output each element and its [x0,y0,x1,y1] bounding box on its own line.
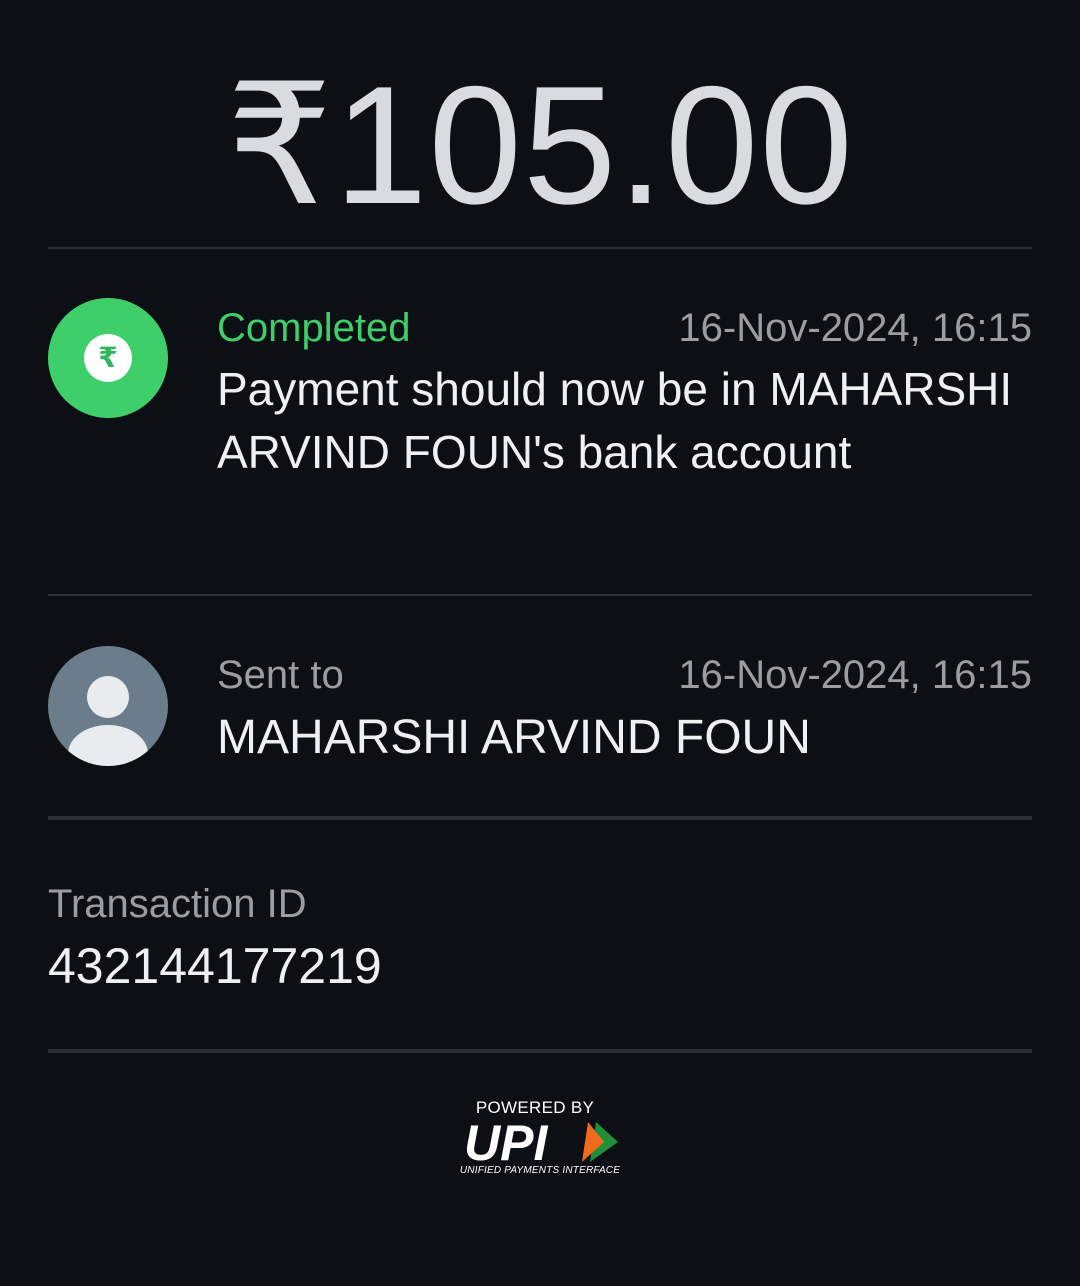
status-section: ₹ Completed 16-Nov-2024, 16:15 Payment s… [48,298,1032,548]
sent-to-label: Sent to [217,653,344,697]
status-label: Completed [217,306,411,350]
status-message: Payment should now be in MAHARSHI ARVIND… [217,363,1013,478]
sent-datetime: 16-Nov-2024, 16:15 [678,653,1032,697]
status-datetime: 16-Nov-2024, 16:15 [678,306,1032,350]
payment-amount: ₹105.00 [226,51,854,239]
transaction-id-label: Transaction ID [48,882,307,926]
divider-bottom [48,1049,1032,1053]
divider-lower [48,816,1032,820]
divider-top [48,247,1032,249]
upi-tagline: UNIFIED PAYMENTS INTERFACE [459,1165,621,1176]
upi-logo-text: UPI [464,1118,548,1164]
rupee-icon: ₹ [84,334,132,382]
powered-by-text: POWERED BY [475,1098,595,1117]
recipient-section[interactable]: Sent to 16-Nov-2024, 16:15 MAHARSHI ARVI… [48,646,1032,776]
upi-branding: POWERED BY UPI UNIFIED PAYMENTS INTERFAC… [440,1098,640,1188]
upi-logo-icon: UPI [462,1115,622,1171]
person-avatar-icon [48,646,168,766]
recipient-name: MAHARSHI ARVIND FOUN [217,711,811,764]
divider-middle [48,594,1032,596]
transaction-id-value[interactable]: 432144177219 [48,936,382,996]
status-icon: ₹ [48,298,168,418]
